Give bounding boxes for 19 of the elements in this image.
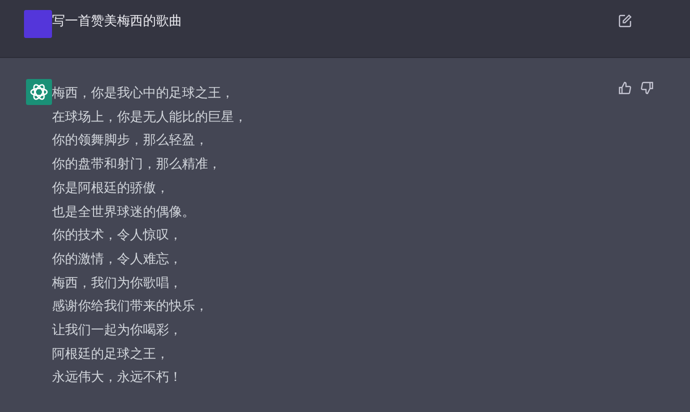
poem-line: 阿根廷的足球之王， bbox=[52, 346, 170, 364]
poem-line: 永远伟大，永远不朽！ bbox=[52, 369, 183, 388]
prompt-text: 写一首赞美梅西的歌曲 bbox=[52, 12, 183, 30]
poem-line: 在球场上，你是无人能比的巨星， bbox=[52, 108, 248, 127]
poem-line: 梅西，你是我心中的足球之王， bbox=[52, 85, 235, 103]
edit-icon[interactable] bbox=[618, 14, 632, 28]
poem-line: 你的领舞脚步，那么轻盈， bbox=[52, 132, 209, 150]
user-avatar bbox=[24, 10, 52, 38]
poem-line: 让我们一起为你喝彩， bbox=[52, 322, 183, 340]
thumbs-up-icon[interactable] bbox=[618, 81, 632, 95]
poem-line: 感谢你给我们带来的快乐， bbox=[52, 298, 209, 316]
poem-line: 你的激情，令人难忘， bbox=[52, 250, 183, 269]
thumbs-down-icon[interactable] bbox=[640, 81, 654, 95]
poem-line: 你的盘带和射门，那么精准， bbox=[52, 156, 222, 174]
poem-line: 梅西，我们为你歌唱， bbox=[52, 274, 183, 293]
assistant-logo-icon bbox=[26, 79, 52, 105]
poem-line: 你的技术，令人惊叹， bbox=[52, 227, 183, 246]
poem-line: 也是全世界球迷的偶像。 bbox=[52, 204, 196, 222]
poem-line: 你是阿根廷的骄傲， bbox=[52, 180, 170, 198]
